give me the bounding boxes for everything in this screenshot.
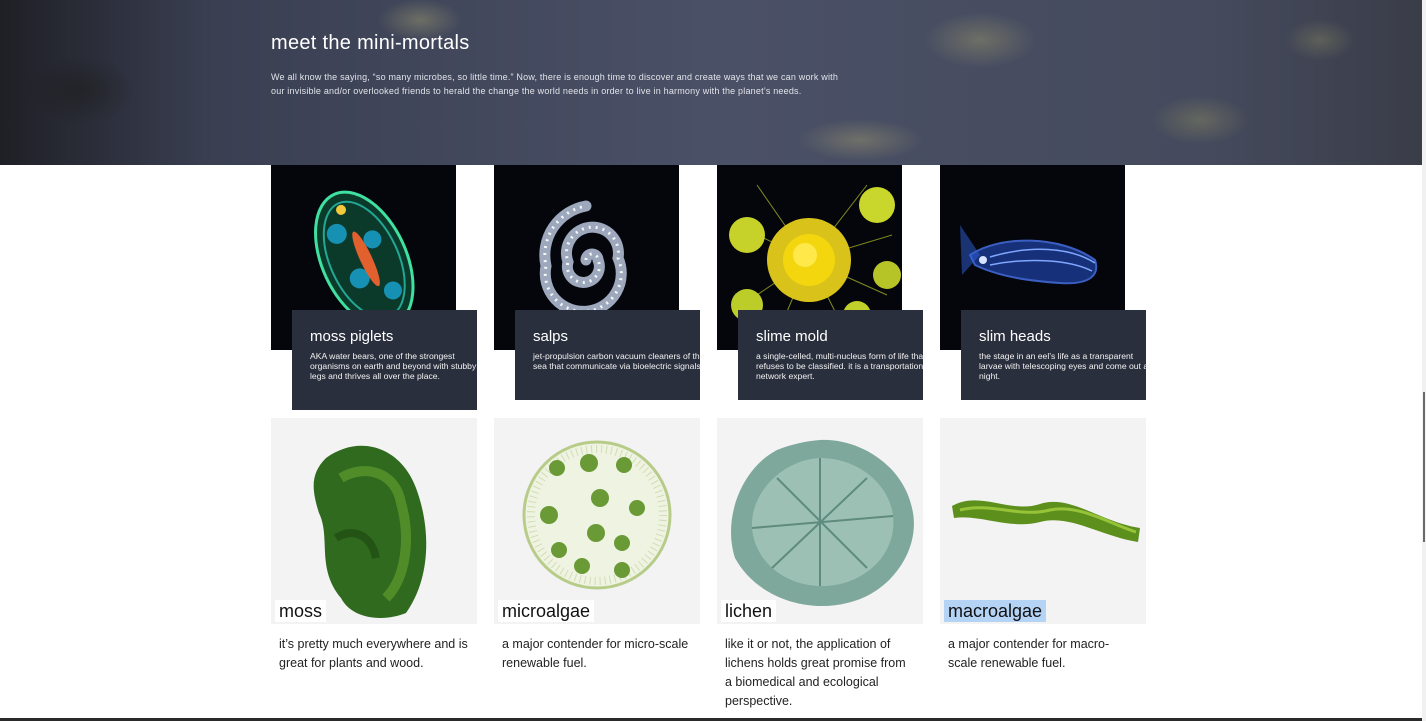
scrollbar-thumb[interactable]: [1423, 392, 1425, 542]
salps-caption: salps jet-propulsion carbon vacuum clean…: [515, 310, 705, 400]
scrollbar-track[interactable]: [1422, 0, 1426, 721]
hero-banner: meet the mini-mortals We all know the sa…: [0, 0, 1422, 165]
microalgae-label[interactable]: microalgae: [498, 600, 595, 622]
page-title: meet the mini-mortals: [271, 32, 470, 54]
macroalgae-image[interactable]: [940, 418, 1146, 624]
moss-piglets-caption: moss piglets AKA water bears, one of the…: [292, 310, 477, 410]
card-title: slim heads: [979, 328, 1051, 345]
lichen-image[interactable]: [717, 418, 923, 624]
microalgae-image[interactable]: [494, 418, 700, 624]
lichen-description: like it or not, the application of liche…: [725, 637, 906, 708]
slime-mold-caption: slime mold a single-celled, multi-nucleu…: [738, 310, 926, 400]
card-description: the stage in an eel’s life as a transpar…: [979, 351, 1151, 381]
microalgae-description: a major contender for micro-scale renewa…: [502, 637, 689, 670]
slim-heads-caption: slim heads the stage in an eel’s life as…: [961, 310, 1151, 400]
card-title: salps: [533, 328, 569, 345]
card-title: slime mold: [756, 328, 828, 345]
lichen-label[interactable]: lichen: [721, 600, 777, 622]
card-description: AKA water bears, one of the strongest or…: [310, 351, 477, 381]
card-description: a single-celled, multi-nucleus form of l…: [756, 351, 926, 381]
card-title: moss piglets: [310, 328, 394, 345]
macroalgae-description: a major contender for macro-scale renewa…: [948, 637, 1110, 670]
moss-label[interactable]: moss: [275, 600, 327, 622]
macroalgae-label[interactable]: macroalgae: [944, 600, 1047, 622]
moss-description: it’s pretty much everywhere and is great…: [279, 637, 468, 670]
hero-description: We all know the saying, “so many microbe…: [271, 72, 839, 96]
moss-image[interactable]: [271, 418, 477, 624]
card-description: jet-propulsion carbon vacuum cleaners of…: [533, 351, 705, 371]
